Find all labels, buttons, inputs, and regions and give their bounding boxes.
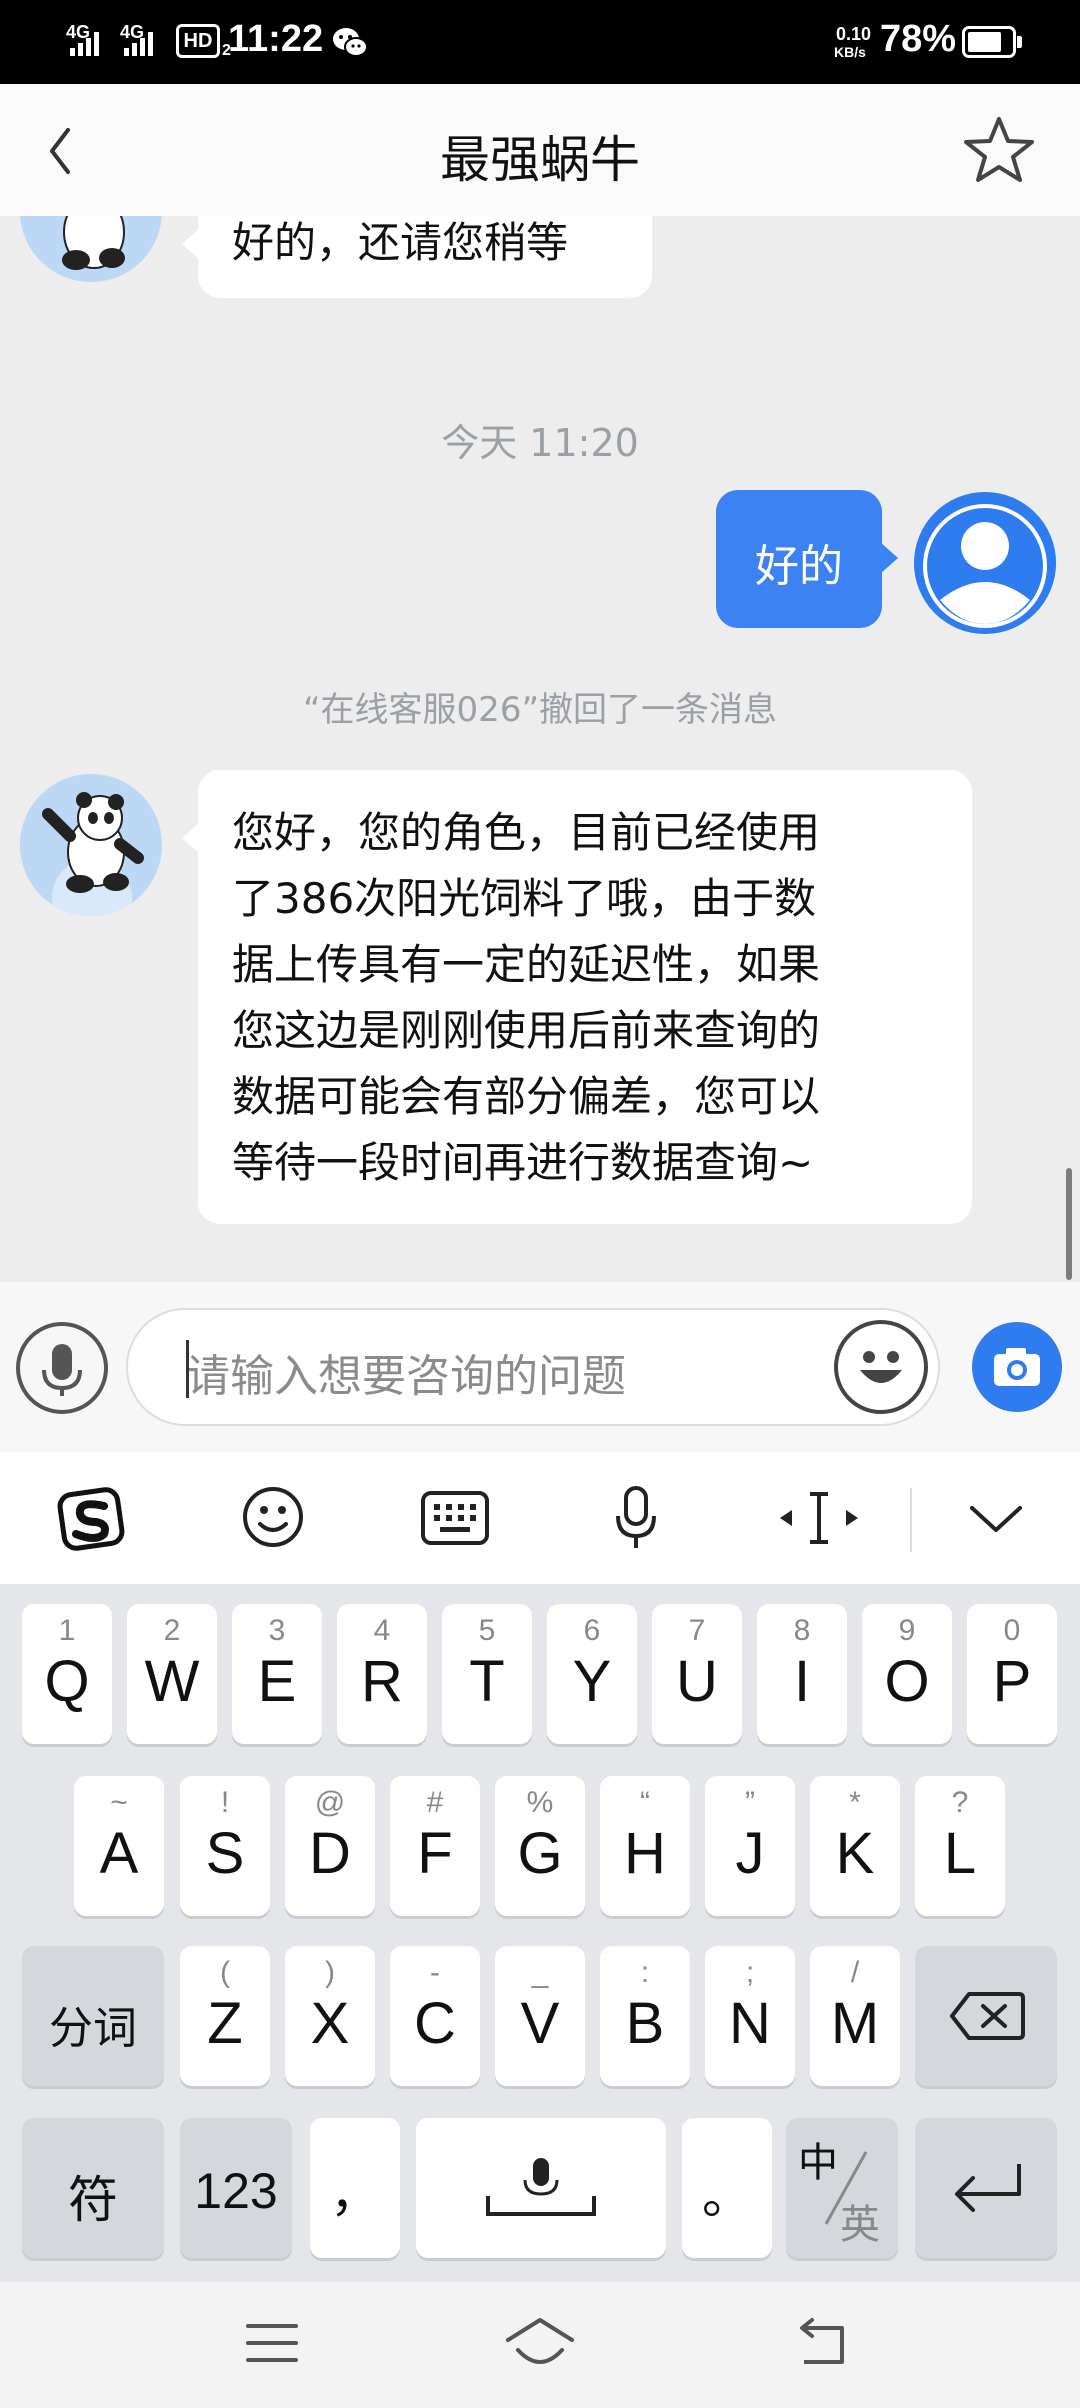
input-bar: 请输入想要咨询的问题 xyxy=(0,1282,1080,1452)
signal-1-icon xyxy=(70,30,99,56)
text-caret xyxy=(186,1340,189,1398)
key-n[interactable]: ; N xyxy=(705,1946,795,2086)
key-a[interactable]: ~ A xyxy=(74,1776,164,1916)
message-bubble-user: 好的 xyxy=(716,490,898,628)
agent-avatar[interactable] xyxy=(20,774,162,916)
emoji-button[interactable] xyxy=(834,1320,928,1414)
message-line: 您好，您的角色，目前已经使用 xyxy=(232,808,821,857)
microphone-icon xyxy=(42,1344,82,1396)
message-bubble-agent: 好的，还请您稍等 xyxy=(182,216,652,298)
back-nav-icon[interactable] xyxy=(792,2318,852,2370)
battery-icon xyxy=(962,26,1016,58)
key-q[interactable]: 1Q xyxy=(22,1604,112,1744)
key-x[interactable]: ) X xyxy=(285,1946,375,2086)
hd-voice-icon: HD xyxy=(176,24,220,58)
system-nav-bar xyxy=(0,2282,1080,2408)
key-w[interactable]: 2W xyxy=(127,1604,217,1744)
key-y[interactable]: 6Y xyxy=(547,1604,637,1744)
key-p[interactable]: 0P xyxy=(967,1604,1057,1744)
key-s[interactable]: ! S xyxy=(180,1776,270,1916)
voice-typing-icon[interactable] xyxy=(608,1482,664,1554)
key-c[interactable]: -C xyxy=(390,1946,480,2086)
key-lang-switch[interactable]: 中 英 xyxy=(786,2118,898,2258)
key-r[interactable]: 4R xyxy=(337,1604,427,1744)
message-input[interactable]: 请输入想要咨询的问题 xyxy=(126,1308,940,1426)
key-t[interactable]: 5T xyxy=(442,1604,532,1744)
key-m[interactable]: / M xyxy=(810,1946,900,2086)
key-u[interactable]: 7U xyxy=(652,1604,742,1744)
clock: 11:22 xyxy=(228,18,324,60)
message-bubble-agent: 您好，您的角色，目前已经使用 了386次阳光饲料了哦，由于数 据上传具有一定的延… xyxy=(182,770,972,1224)
key-z[interactable]: (Z xyxy=(180,1946,270,2086)
key-j[interactable]: ” J xyxy=(705,1776,795,1916)
message-line: 据上传具有一定的延迟性，如果 xyxy=(232,940,821,989)
net-speed-unit: KB/s xyxy=(834,44,866,60)
key-i[interactable]: 8I xyxy=(757,1604,847,1744)
message-text: 好的 xyxy=(755,541,843,592)
battery-percent: 78% xyxy=(880,18,957,60)
scrollbar[interactable] xyxy=(1066,1168,1072,1280)
recall-notice: “在线客服026”撤回了一条消息 xyxy=(302,690,778,730)
key-h[interactable]: “H xyxy=(600,1776,690,1916)
key-e[interactable]: 3E xyxy=(232,1604,322,1744)
page-title: 最强蜗牛 xyxy=(440,131,640,189)
message-line: 了386次阳光饲料了哦，由于数 xyxy=(232,874,817,923)
home-icon[interactable] xyxy=(504,2316,576,2368)
camera-icon xyxy=(994,1348,1040,1386)
enter-icon xyxy=(955,2164,1021,2212)
cursor-move-icon[interactable] xyxy=(776,1486,862,1550)
menu-icon[interactable] xyxy=(244,2320,300,2366)
key-d[interactable]: @ D xyxy=(285,1776,375,1916)
panda-avatar-icon xyxy=(20,216,162,282)
chat-timestamp: 今天 11:20 xyxy=(441,421,639,465)
space-key[interactable] xyxy=(416,2118,666,2258)
status-bar: 4G 4G HD 2 11:22 0.10 KB/s 78% xyxy=(0,0,1080,84)
message-text: 好的，还请您稍等 xyxy=(232,218,569,267)
keyboard-toolbar xyxy=(0,1452,1080,1584)
key-v[interactable]: _ V xyxy=(495,1946,585,2086)
message-line: 等待一段时间再进行数据查询~ xyxy=(232,1138,814,1187)
key-f[interactable]: # F xyxy=(390,1776,480,1916)
key-l[interactable]: ? L xyxy=(915,1776,1005,1916)
key-k[interactable]: * K xyxy=(810,1776,900,1916)
key-symbols[interactable]: 符 xyxy=(22,2118,164,2258)
agent-avatar xyxy=(20,216,162,282)
panda-avatar-icon xyxy=(20,774,162,916)
net-speed: 0.10 xyxy=(836,24,872,44)
user-avatar[interactable] xyxy=(914,492,1056,634)
input-placeholder: 请输入想要咨询的问题 xyxy=(186,1351,626,1402)
voice-input-button[interactable] xyxy=(16,1322,108,1414)
collapse-keyboard-icon[interactable] xyxy=(966,1496,1026,1540)
chat-area[interactable]: 好的，还请您稍等 今天 11:20 好的 “在线客服026”撤回了一条消息 您好… xyxy=(0,216,1080,1282)
backspace-key[interactable] xyxy=(915,1946,1057,2086)
smiley-icon xyxy=(860,1351,902,1383)
chat-header: 最强蜗牛 xyxy=(0,84,1080,216)
enter-key[interactable] xyxy=(915,2118,1057,2258)
message-line: 数据可能会有部分偏差，您可以 xyxy=(232,1072,821,1121)
key-numbers[interactable]: 123 xyxy=(180,2118,292,2258)
key-b[interactable]: :B xyxy=(600,1946,690,2086)
toolbar-divider xyxy=(910,1488,912,1552)
wechat-icon xyxy=(333,28,368,57)
key-o[interactable]: 9O xyxy=(862,1604,952,1744)
favorite-star-icon[interactable] xyxy=(962,114,1036,186)
space-mic-icon xyxy=(486,2158,596,2216)
keyboard-icon[interactable] xyxy=(420,1490,490,1546)
signal-2-icon xyxy=(124,30,153,56)
sogou-logo-icon[interactable] xyxy=(56,1484,126,1554)
user-avatar-icon xyxy=(914,492,1056,634)
keyboard: 1Q 2W 3E 4R 5T 6Y 7U 8I 9O 0P ~ A ! S @ D #… xyxy=(0,1584,1080,2282)
key-period[interactable]: 。 xyxy=(682,2118,772,2258)
backspace-icon xyxy=(950,1992,1025,2040)
emoji-panel-icon[interactable] xyxy=(240,1484,306,1550)
message-line: 您这边是刚刚使用后前来查询的 xyxy=(232,1006,821,1055)
lang-en-label: 英 xyxy=(840,2202,880,2248)
camera-button[interactable] xyxy=(972,1322,1062,1412)
key-fenci[interactable]: 分词 xyxy=(22,1946,164,2086)
key-g[interactable]: % G xyxy=(495,1776,585,1916)
key-comma[interactable]: ， xyxy=(310,2118,400,2258)
